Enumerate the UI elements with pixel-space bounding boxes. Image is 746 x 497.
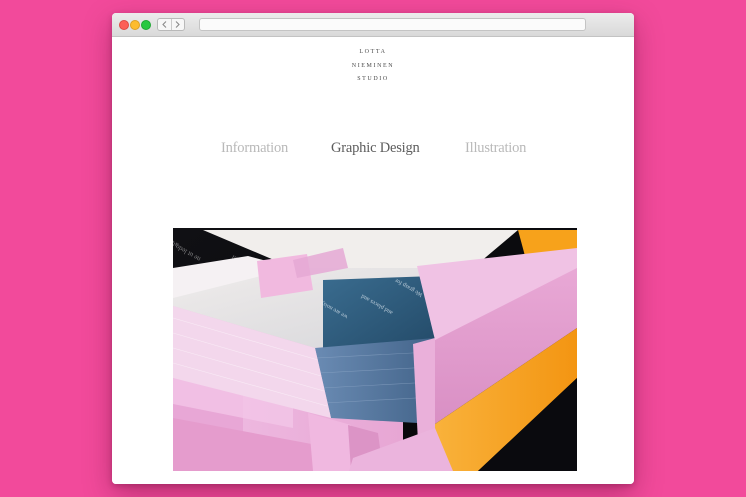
page-content: LOTTA NIEMINEN STUDIO Information Graphi… bbox=[112, 37, 634, 484]
minimize-window-button[interactable] bbox=[130, 20, 140, 30]
address-bar[interactable] bbox=[199, 18, 586, 31]
close-window-button[interactable] bbox=[119, 20, 129, 30]
browser-titlebar bbox=[112, 13, 634, 37]
nav-item-graphic-design[interactable]: Graphic Design bbox=[331, 140, 420, 157]
zoom-window-button[interactable] bbox=[141, 20, 151, 30]
browser-window: LOTTA NIEMINEN STUDIO Information Graphi… bbox=[112, 13, 634, 484]
nav-item-illustration[interactable]: Illustration bbox=[465, 140, 526, 157]
back-button[interactable] bbox=[158, 19, 171, 30]
logo-line: STUDIO bbox=[357, 76, 389, 82]
logo-line: LOTTA bbox=[359, 49, 387, 55]
studio-logo[interactable]: LOTTA NIEMINEN STUDIO bbox=[112, 46, 634, 87]
forward-button[interactable] bbox=[170, 19, 185, 30]
chevron-right-icon bbox=[175, 21, 181, 28]
main-nav: Information Graphic Design Illustration bbox=[112, 140, 634, 160]
history-buttons bbox=[157, 18, 185, 31]
nav-item-information[interactable]: Information bbox=[221, 140, 288, 157]
chevron-left-icon bbox=[161, 21, 167, 28]
book-box-photo: a fin et rutro, aliq ne ut ledo il uo ut… bbox=[173, 228, 577, 471]
logo-line: NIEMINEN bbox=[351, 62, 395, 69]
project-hero-image[interactable]: a fin et rutro, aliq ne ut ledo il uo ut… bbox=[173, 228, 577, 471]
